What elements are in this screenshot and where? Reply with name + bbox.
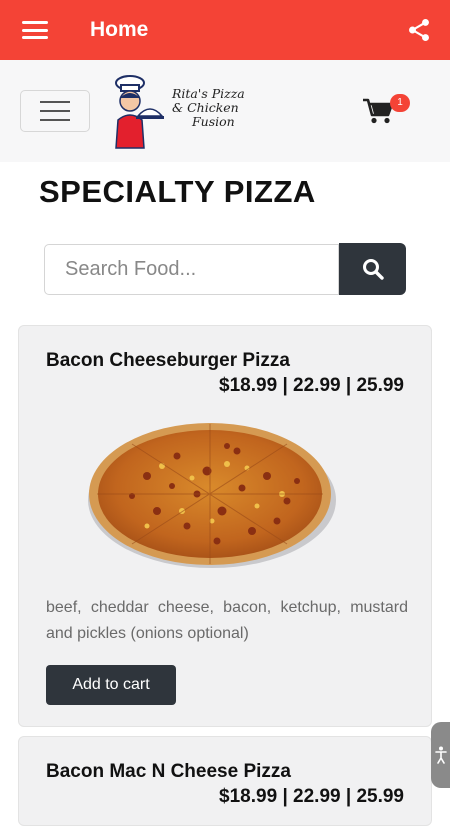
- cart-count-badge: 1: [390, 94, 410, 112]
- product-name[interactable]: Bacon Mac N Cheese Pizza: [46, 761, 291, 783]
- product-name[interactable]: Bacon Cheeseburger Pizza: [46, 350, 290, 372]
- app-bar-title: Home: [90, 18, 149, 41]
- site-menu-button[interactable]: [20, 90, 90, 132]
- app-bar: Home: [0, 0, 450, 60]
- share-icon[interactable]: [406, 17, 432, 43]
- add-to-cart-button[interactable]: Add to cart: [46, 665, 176, 705]
- logo-text: Rita's Pizza & Chicken Fusion: [172, 87, 272, 129]
- product-card: Bacon Cheeseburger Pizza $18.99 | 22.99 …: [18, 325, 432, 727]
- product-price: $18.99 | 22.99 | 25.99: [219, 786, 404, 807]
- hamburger-icon[interactable]: [22, 21, 48, 39]
- search-input[interactable]: [44, 244, 339, 295]
- logo-text-line: Fusion: [192, 114, 235, 129]
- product-description: beef, cheddar cheese, bacon, ketchup, mu…: [46, 599, 408, 642]
- search-icon: [362, 259, 384, 280]
- logo-text-line: & Chicken: [172, 100, 239, 115]
- pizza-image: [88, 423, 336, 568]
- product-price: $18.99 | 22.99 | 25.99: [219, 375, 404, 396]
- page-title: SPECIALTY PIZZA: [39, 174, 316, 209]
- product-card: Bacon Mac N Cheese Pizza $18.99 | 22.99 …: [18, 736, 432, 826]
- search-button[interactable]: [339, 243, 406, 295]
- accessibility-button[interactable]: [431, 722, 450, 788]
- logo-text-line: Rita's Pizza: [172, 86, 245, 101]
- accessibility-icon: [434, 746, 447, 764]
